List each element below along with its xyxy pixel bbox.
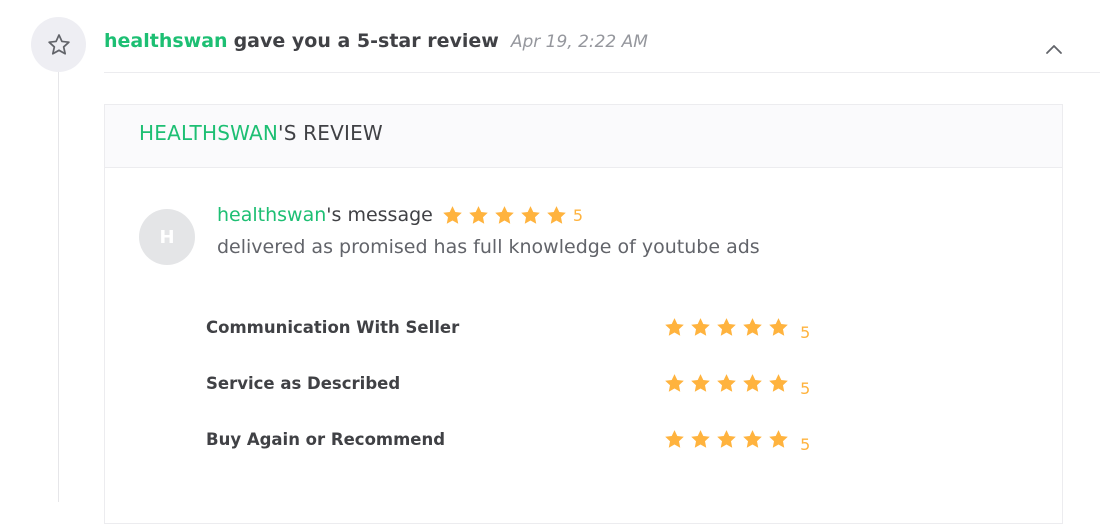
star-icon	[663, 372, 686, 394]
chevron-up-icon	[1046, 45, 1062, 54]
message-heading: healthswan 's message 5	[217, 202, 583, 228]
criteria-rating: 5	[663, 372, 810, 398]
criteria-rating: 5	[663, 316, 810, 342]
star-icon	[441, 204, 464, 226]
criteria-stars	[663, 372, 793, 394]
star-icon	[741, 372, 764, 394]
criteria-stars	[663, 428, 793, 450]
review-card-title: HEALTHSWAN'S REVIEW	[139, 121, 383, 145]
event-header: healthswan gave you a 5-star review Apr …	[104, 30, 648, 58]
event-user-link[interactable]: healthswan	[104, 30, 228, 52]
star-icon	[767, 316, 790, 338]
review-card-header: HEALTHSWAN'S REVIEW	[105, 105, 1062, 168]
review-message: delivered as promised has full knowledge…	[217, 236, 760, 258]
criteria-label: Service as Described	[206, 374, 401, 393]
collapse-toggle-button[interactable]	[1043, 38, 1065, 60]
star-icon	[767, 372, 790, 394]
review-title-user: HEALTHSWAN	[139, 121, 279, 145]
star-icon	[715, 372, 738, 394]
criteria-rating: 5	[663, 428, 810, 454]
review-card: HEALTHSWAN'S REVIEW H healthswan 's mess…	[104, 104, 1063, 524]
star-icon	[689, 372, 712, 394]
star-icon	[663, 316, 686, 338]
overall-rating-stars	[441, 204, 571, 226]
star-icon	[741, 428, 764, 450]
avatar-initial: H	[159, 226, 175, 248]
star-icon	[663, 428, 686, 450]
criteria-label: Communication With Seller	[206, 318, 460, 337]
criteria-label: Buy Again or Recommend	[206, 430, 446, 449]
event-timestamp: Apr 19, 2:22 AM	[510, 32, 648, 52]
overall-rating-value: 5	[572, 205, 584, 225]
header-divider	[104, 72, 1100, 73]
criteria-rating-value: 5	[800, 435, 811, 454]
star-icon	[519, 204, 542, 226]
criteria-row-service: Service as Described 5	[206, 370, 826, 398]
criteria-rating-value: 5	[800, 323, 811, 342]
event-text: gave you a 5-star review	[233, 30, 499, 52]
event-icon-badge	[31, 17, 86, 72]
star-icon	[689, 428, 712, 450]
star-outline-icon	[47, 33, 70, 55]
message-user-link[interactable]: healthswan	[217, 204, 326, 226]
criteria-stars	[663, 316, 793, 338]
star-icon	[545, 204, 568, 226]
criteria-row-communication: Communication With Seller 5	[206, 314, 826, 342]
avatar: H	[139, 209, 195, 265]
review-title-suffix: 'S REVIEW	[278, 121, 383, 145]
message-heading-suffix: 's message	[326, 204, 433, 226]
star-icon	[741, 316, 764, 338]
star-icon	[715, 316, 738, 338]
star-icon	[493, 204, 516, 226]
star-icon	[715, 428, 738, 450]
star-icon	[689, 316, 712, 338]
criteria-rating-value: 5	[800, 379, 811, 398]
timeline-line	[58, 72, 59, 502]
criteria-row-recommend: Buy Again or Recommend 5	[206, 426, 826, 454]
star-icon	[767, 428, 790, 450]
star-icon	[467, 204, 490, 226]
